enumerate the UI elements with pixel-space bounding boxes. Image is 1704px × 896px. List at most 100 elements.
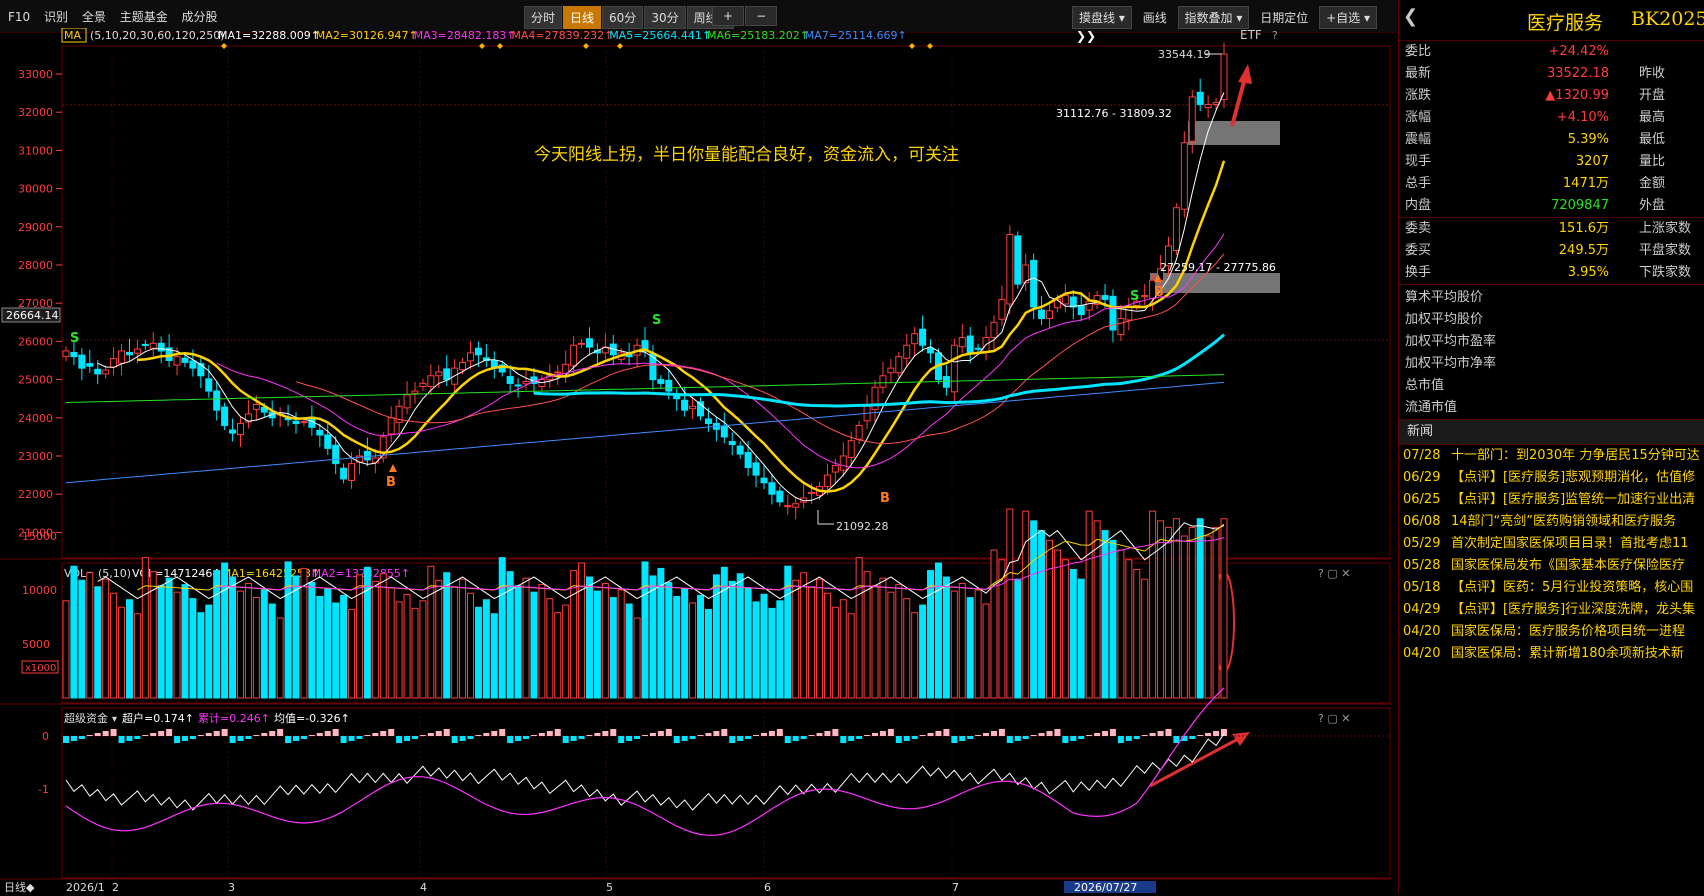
- volume-bar: [792, 579, 800, 699]
- watchlist-dropdown[interactable]: +自选 ▾: [1319, 6, 1378, 29]
- sector-name: 医疗服务: [1527, 12, 1604, 34]
- candle-body: [776, 490, 784, 503]
- fund-bar: [546, 731, 553, 736]
- fund-bar: [364, 735, 371, 736]
- chart-area[interactable]: MA (5,10,20,30,60,120,250) MA1=32288.009…: [0, 27, 1392, 894]
- candle-body: [1180, 142, 1188, 210]
- candle-body: [125, 351, 133, 356]
- fund-bar: [705, 733, 712, 736]
- volume-bar: [1133, 568, 1141, 699]
- identify-link[interactable]: 识别: [44, 8, 68, 25]
- stat-row: 流通市值: [1399, 397, 1704, 419]
- volume-bar: [895, 584, 903, 699]
- stat-label: 加权平均股价: [1405, 312, 1484, 327]
- candlestick-chart[interactable]: MA (5,10,20,30,60,120,250) MA1=32288.009…: [0, 27, 1392, 894]
- quote-key: 现手: [1405, 154, 1432, 169]
- volume-bar: [451, 586, 459, 699]
- news-item[interactable]: 07/28 十一部门：到2030年 力争居民15分钟可达: [1399, 445, 1704, 467]
- period-tag[interactable]: 日线◆: [4, 880, 35, 894]
- candle-body: [332, 444, 340, 465]
- price-axis-label: 30000: [18, 183, 53, 196]
- fund-bar: [293, 736, 300, 741]
- index-overlay-dropdown[interactable]: 指数叠加 ▾: [1177, 6, 1250, 29]
- event-marker-icon[interactable]: [479, 43, 485, 49]
- etf-label[interactable]: ETF: [1240, 28, 1262, 42]
- tab-intraday[interactable]: 分时: [524, 6, 563, 29]
- candle-body: [1006, 233, 1014, 305]
- volume-bar: [1149, 510, 1157, 699]
- help-icon[interactable]: ?: [1272, 29, 1278, 42]
- volume-bar: [1046, 539, 1054, 699]
- candle-body: [1101, 295, 1109, 300]
- fund-bar: [721, 729, 728, 736]
- f10-link[interactable]: F10: [8, 10, 30, 24]
- news-item[interactable]: 06/29 【点评】[医疗服务]悲观预期消化，估值修: [1399, 467, 1704, 489]
- zoom-in-button[interactable]: +: [712, 6, 745, 26]
- zone2-range-label: 27259.17 - 27775.86: [1160, 261, 1276, 274]
- news-item[interactable]: 04/20 国家医保局：医疗服务价格项目统一进程: [1399, 621, 1704, 643]
- chevron-down-icon[interactable]: ▾: [112, 714, 117, 725]
- fund-bar: [388, 729, 395, 736]
- event-marker-icon[interactable]: [909, 43, 915, 49]
- theme-fund-link[interactable]: 主题基金: [120, 8, 168, 25]
- zoom-out-button[interactable]: −: [745, 6, 778, 26]
- fund-axis-label: 0: [42, 730, 49, 743]
- date-axis-label: 4: [420, 881, 427, 893]
- overview-link[interactable]: 全景: [82, 8, 106, 25]
- fund-name[interactable]: 超级资金: [64, 711, 108, 725]
- candle-body: [70, 351, 78, 358]
- fund-line-magenta: [65, 687, 1225, 836]
- date-locate-button[interactable]: 日期定位: [1254, 7, 1314, 28]
- ma-legend: MA (5,10,20,30,60,120,250) MA1=32288.009…: [61, 27, 1278, 43]
- event-marker-icon[interactable]: [927, 43, 933, 49]
- fund-bar: [1165, 729, 1172, 736]
- fund-bar: [507, 736, 514, 743]
- fund-bar: [634, 736, 641, 739]
- volume-bar: [181, 584, 189, 699]
- fund-bar: [1062, 736, 1069, 743]
- event-marker-icon[interactable]: [221, 43, 227, 49]
- event-marker-icon[interactable]: [583, 43, 589, 49]
- news-header[interactable]: 新闻: [1399, 419, 1704, 445]
- fund-bar: [419, 735, 426, 736]
- news-item[interactable]: 06/25 【点评】[医疗服务]监管统一加速行业出清: [1399, 489, 1704, 511]
- ma-name[interactable]: MA: [64, 29, 81, 42]
- news-item[interactable]: 05/28 国家医保局发布《国家基本医疗保险医疗: [1399, 555, 1704, 577]
- volume-axis-label: 15000: [22, 530, 57, 543]
- volume-bar: [974, 589, 982, 699]
- stat-label: 总市值: [1405, 378, 1445, 393]
- fund-bar: [459, 736, 466, 741]
- tab-daily[interactable]: 日线: [563, 6, 602, 29]
- fund-bar: [800, 736, 807, 739]
- news-item[interactable]: 05/18 【点评】医药：5月行业投资策略，核心围: [1399, 577, 1704, 599]
- draw-line-button[interactable]: 画线: [1137, 7, 1173, 28]
- tab-60min[interactable]: 60分: [602, 6, 644, 29]
- candle-body: [911, 333, 919, 345]
- fund-bar: [515, 736, 522, 741]
- tab-30min[interactable]: 30分: [644, 6, 686, 29]
- candle-body: [1085, 300, 1093, 311]
- event-marker-icon[interactable]: [497, 43, 503, 49]
- fund-bar: [895, 736, 902, 743]
- news-item[interactable]: 04/20 国家医保局：累计新增180余项新技术新: [1399, 643, 1704, 665]
- volume-bar: [498, 557, 506, 699]
- quote-value: 5.39%: [1567, 132, 1609, 147]
- fund-bar: [1102, 731, 1109, 736]
- news-item[interactable]: 04/29 【点评】[医疗服务]行业深度洗牌，龙头集: [1399, 599, 1704, 621]
- volume-bar: [292, 575, 300, 699]
- fund-bar: [142, 735, 149, 736]
- back-chevron-icon[interactable]: ❮: [1403, 6, 1418, 27]
- news-item[interactable]: 05/29 首次制定国家医保项目目录！首批考虑11: [1399, 533, 1704, 555]
- candle-body: [1030, 259, 1038, 308]
- candle-body: [847, 440, 855, 459]
- news-item[interactable]: 06/08 14部门“亮剑”医药购销领域和医疗服务: [1399, 511, 1704, 533]
- candle-body: [435, 371, 443, 377]
- pane-controls[interactable]: ? ▢ ✕: [1318, 712, 1350, 725]
- touch-line-dropdown[interactable]: 摸盘线 ▾: [1072, 6, 1132, 29]
- event-marker-icon[interactable]: [617, 43, 623, 49]
- pane-controls[interactable]: ? ▢ ✕: [1318, 567, 1350, 580]
- volume-bar: [903, 598, 911, 699]
- news-date: 06/25: [1403, 492, 1441, 507]
- fund-bar: [784, 736, 791, 743]
- constituents-link[interactable]: 成分股: [182, 8, 218, 25]
